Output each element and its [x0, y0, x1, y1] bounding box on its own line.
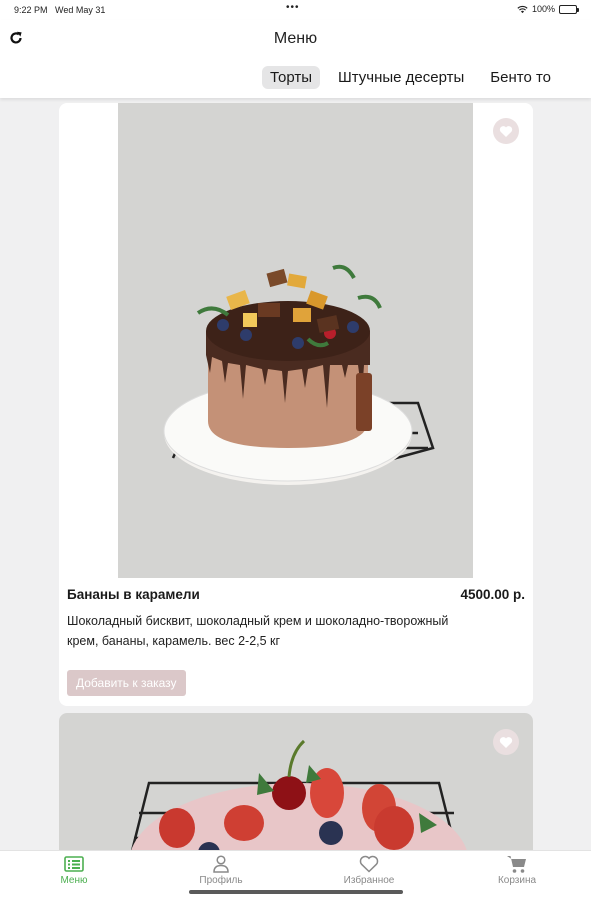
battery-icon [559, 4, 579, 14]
cake-photo [118, 103, 473, 578]
battery-percent: 100% [531, 4, 555, 14]
nav-item-cart[interactable]: Корзина [467, 853, 567, 886]
product-price: 4500.00 р. [460, 587, 525, 602]
heart-icon [359, 855, 379, 873]
status-date: Wed May 31 [55, 5, 106, 15]
status-time-date: 9:22 PM Wed May 31 [14, 5, 105, 15]
cart-icon [507, 856, 526, 873]
app-header: Меню Торты Штучные десерты Бенто то [0, 20, 591, 98]
nav-item-menu[interactable]: Меню [24, 853, 124, 886]
status-right: 100% [517, 4, 579, 14]
page-title: Меню [273, 30, 318, 47]
category-tabs: Торты Штучные десерты Бенто то [262, 66, 559, 89]
product-card[interactable] [59, 713, 533, 863]
status-bar: 9:22 PM Wed May 31 ••• 100% [0, 0, 591, 20]
profile-icon [213, 855, 229, 873]
cake-photo [59, 713, 533, 863]
wifi-icon [517, 5, 528, 13]
tab-single-desserts[interactable]: Штучные десерты [330, 66, 472, 89]
add-to-order-button[interactable]: Добавить к заказу [67, 670, 186, 696]
status-time: 9:22 PM [14, 5, 48, 15]
menu-list-icon [64, 856, 84, 872]
product-name: Бананы в карамели [67, 587, 200, 602]
nav-item-favorites[interactable]: Избранное [319, 853, 419, 886]
tab-bento[interactable]: Бенто то [482, 66, 559, 89]
heart-icon [499, 125, 513, 137]
nav-label: Профиль [199, 875, 243, 886]
product-description: Шоколадный бисквит, шоколадный крем и шо… [67, 614, 449, 648]
product-card[interactable]: Бананы в карамели 4500.00 р. Шоколадный … [59, 103, 533, 706]
favorite-button[interactable] [493, 729, 519, 755]
nav-label: Корзина [497, 875, 537, 886]
nav-label: Меню [60, 875, 88, 886]
nav-item-profile[interactable]: Профиль [171, 853, 271, 886]
tab-cakes[interactable]: Торты [262, 66, 320, 89]
nav-label: Избранное [343, 875, 395, 886]
heart-icon [499, 736, 513, 748]
favorite-button[interactable] [493, 118, 519, 144]
multitasking-dots[interactable]: ••• [286, 2, 300, 13]
home-indicator[interactable] [189, 890, 403, 894]
